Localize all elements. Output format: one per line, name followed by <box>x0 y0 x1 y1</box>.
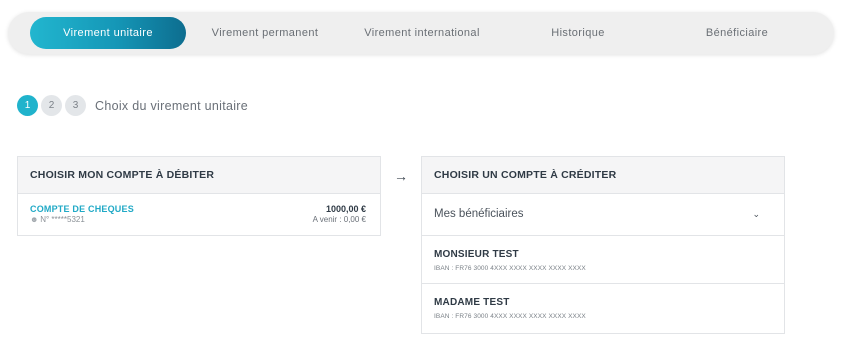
credit-panel-header: CHOISIR UN COMPTE À CRÉDITER <box>422 157 784 194</box>
beneficiary-iban: IBAN : FR76 3000 4XXX XXXX XXXX XXXX XXX… <box>434 313 586 320</box>
beneficiary-name: MADAME TEST <box>434 297 510 308</box>
arrow-right-icon: → <box>394 168 408 184</box>
account-number: N° *****5321 <box>40 215 85 224</box>
tab-list: Virement unitaire Virement permanent Vir… <box>30 17 828 49</box>
tab-bar: Virement unitaire Virement permanent Vir… <box>8 12 834 54</box>
debit-account-panel: CHOISIR MON COMPTE À DÉBITER COMPTE DE C… <box>17 156 381 236</box>
beneficiary-name: MONSIEUR TEST <box>434 249 519 260</box>
step-3: 3 <box>65 95 86 116</box>
debit-account-row[interactable]: COMPTE DE CHEQUES ☻ N° *****5321 1000,00… <box>18 194 380 236</box>
tab-beneficiaire[interactable]: Bénéficiaire <box>656 17 818 49</box>
tab-historique[interactable]: Historique <box>500 17 656 49</box>
beneficiary-iban: IBAN : FR76 3000 4XXX XXXX XXXX XXXX XXX… <box>434 265 586 272</box>
stepper: 1 2 3 Choix du virement unitaire <box>17 95 248 116</box>
user-icon: ☻ <box>30 215 39 224</box>
step-1: 1 <box>17 95 38 116</box>
beneficiary-item[interactable]: MADAME TEST IBAN : FR76 3000 4XXX XXXX X… <box>422 284 784 332</box>
chevron-down-icon: ⌄ <box>752 209 760 219</box>
beneficiaries-select-label: Mes bénéficiaires <box>434 208 524 220</box>
debit-panel-header: CHOISIR MON COMPTE À DÉBITER <box>18 157 380 194</box>
tab-virement-permanent[interactable]: Virement permanent <box>186 17 344 49</box>
account-a-venir: A venir : 0,00 € <box>312 215 366 224</box>
beneficiary-item[interactable]: MONSIEUR TEST IBAN : FR76 3000 4XXX XXXX… <box>422 236 784 284</box>
account-balance: 1000,00 € <box>325 204 366 214</box>
account-balance-block: 1000,00 € A venir : 0,00 € <box>313 204 366 224</box>
tab-virement-international[interactable]: Virement international <box>344 17 500 49</box>
tab-virement-unitaire[interactable]: Virement unitaire <box>30 17 186 49</box>
step-2: 2 <box>41 95 62 116</box>
beneficiaries-select[interactable]: Mes bénéficiaires ⌄ <box>422 194 784 236</box>
credit-account-panel: CHOISIR UN COMPTE À CRÉDITER Mes bénéfic… <box>421 156 785 334</box>
step-title: Choix du virement unitaire <box>95 98 249 113</box>
